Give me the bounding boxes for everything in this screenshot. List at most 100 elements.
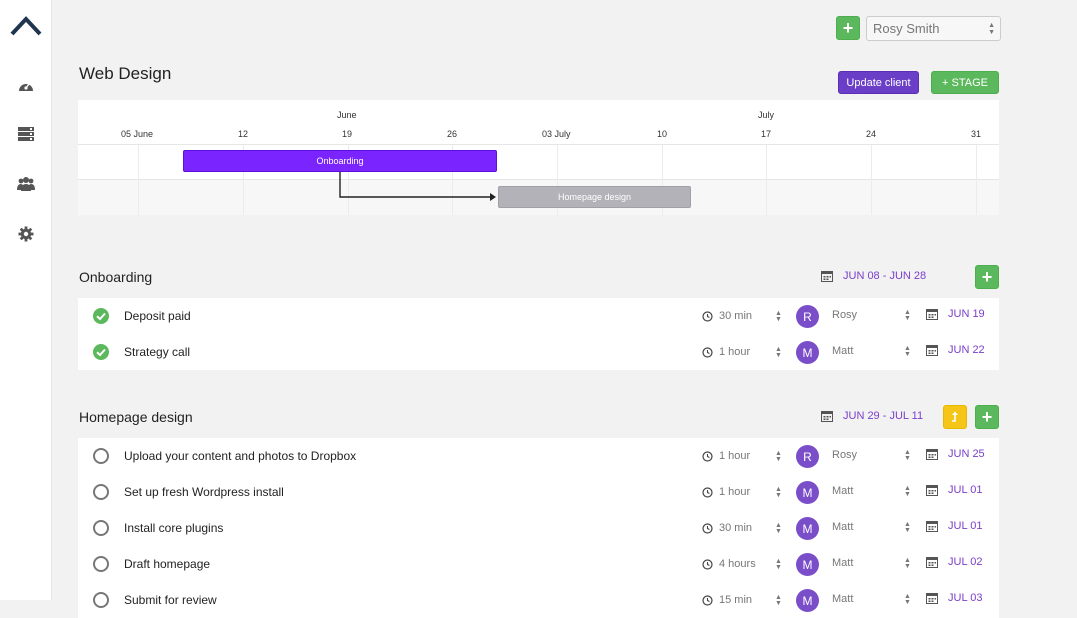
assignee-arrows-icon[interactable]: ▲ ▼ (904, 309, 911, 322)
circle-icon[interactable] (93, 484, 109, 500)
task-due-date-text: JUL 02 (948, 556, 983, 568)
assignee-arrows-icon[interactable]: ▲ ▼ (904, 521, 911, 534)
move-up-button[interactable] (943, 405, 967, 429)
task-duration[interactable]: 1 hour (702, 486, 750, 498)
avatar: M (796, 589, 819, 612)
task-row[interactable]: Deposit paid 30 min ▲ ▼ R Rosy ▲ ▼ JUN 19 (78, 298, 999, 334)
task-assignee[interactable]: Matt (832, 557, 853, 569)
task-assignee[interactable]: Matt (832, 521, 853, 533)
section-date-range[interactable]: JUN 08 - JUN 28 (821, 270, 926, 282)
duration-arrows-icon[interactable]: ▲ ▼ (775, 450, 782, 463)
page-title: Web Design (79, 64, 172, 83)
task-duration[interactable]: 1 hour (702, 346, 750, 358)
task-due-date[interactable]: JUL 02 (926, 556, 982, 568)
dashboard-icon[interactable] (17, 77, 35, 95)
task-due-date-text: JUL 01 (948, 520, 983, 532)
duration-arrows-icon[interactable]: ▲ ▼ (775, 558, 782, 571)
task-row[interactable]: Install core plugins 30 min ▲ ▼ M Matt ▲ ▼… (78, 510, 999, 546)
circle-icon[interactable] (93, 520, 109, 536)
calendar-icon (926, 485, 938, 496)
check-circle-icon[interactable] (93, 344, 109, 360)
avatar: M (796, 517, 819, 540)
update-client-button[interactable]: Update client (838, 71, 919, 94)
assignee-arrows-icon[interactable]: ▲ ▼ (904, 557, 911, 570)
task-due-date-text: JUN 22 (948, 344, 985, 356)
task-assignee[interactable]: Matt (832, 593, 853, 605)
task-row[interactable]: Upload your content and photos to Dropbo… (78, 438, 999, 474)
server-icon[interactable] (17, 125, 35, 143)
calendar-icon (926, 449, 938, 460)
task-name[interactable]: Deposit paid (124, 309, 191, 323)
task-row[interactable]: Set up fresh Wordpress install 1 hour ▲ ▼… (78, 474, 999, 510)
gear-icon[interactable] (17, 225, 35, 243)
calendar-icon (926, 309, 938, 320)
task-list-homepage-design: Upload your content and photos to Dropbo… (78, 438, 999, 618)
task-name[interactable]: Set up fresh Wordpress install (124, 485, 284, 499)
clock-icon (702, 594, 713, 606)
add-task-button[interactable]: + (975, 265, 999, 289)
clock-icon (702, 486, 713, 498)
client-select[interactable]: Rosy Smith ▲ ▼ (866, 16, 1001, 41)
calendar-icon (821, 411, 833, 422)
task-due-date[interactable]: JUN 19 (926, 308, 985, 320)
duration-arrows-icon[interactable]: ▲ ▼ (775, 486, 782, 499)
task-due-date[interactable]: JUL 03 (926, 592, 982, 604)
task-name[interactable]: Draft homepage (124, 557, 210, 571)
duration-arrows-icon[interactable]: ▲ ▼ (775, 594, 782, 607)
task-duration[interactable]: 4 hours (702, 558, 756, 570)
task-duration[interactable]: 30 min (702, 310, 752, 322)
circle-icon[interactable] (93, 448, 109, 464)
duration-arrows-icon[interactable]: ▲ ▼ (775, 522, 782, 535)
task-name[interactable]: Install core plugins (124, 521, 223, 535)
task-assignee[interactable]: Matt (832, 485, 853, 497)
check-circle-icon[interactable] (93, 308, 109, 324)
task-due-date-text: JUL 01 (948, 484, 983, 496)
task-duration[interactable]: 15 min (702, 594, 752, 606)
duration-arrows-icon[interactable]: ▲ ▼ (775, 346, 782, 359)
task-name[interactable]: Submit for review (124, 593, 217, 607)
add-task-button[interactable]: + (975, 405, 999, 429)
task-due-date[interactable]: JUN 25 (926, 448, 985, 460)
client-select-value: Rosy Smith (873, 21, 940, 36)
gantt-bar-onboarding[interactable]: Onboarding (183, 150, 497, 172)
clock-icon (702, 522, 713, 534)
circle-icon[interactable] (93, 592, 109, 608)
section-date-text: JUN 29 - JUL 11 (843, 410, 924, 422)
task-name[interactable]: Upload your content and photos to Dropbo… (124, 449, 356, 463)
avatar: R (796, 445, 819, 468)
select-arrows-icon: ▲ ▼ (988, 22, 995, 36)
task-due-date-text: JUL 03 (948, 592, 983, 604)
task-assignee[interactable]: Matt (832, 345, 853, 357)
gantt-bar-homepage-design[interactable]: Homepage design (498, 186, 691, 208)
task-assignee[interactable]: Rosy (832, 309, 857, 321)
task-due-date[interactable]: JUL 01 (926, 520, 982, 532)
users-icon[interactable] (17, 175, 35, 193)
add-stage-button[interactable]: + STAGE (931, 71, 999, 94)
assignee-arrows-icon[interactable]: ▲ ▼ (904, 593, 911, 606)
gantt-chart: June July 05 June 12 19 26 03 July 10 17… (78, 100, 999, 215)
task-duration[interactable]: 30 min (702, 522, 752, 534)
section-title-onboarding: Onboarding (79, 269, 153, 285)
clock-icon (702, 450, 713, 462)
task-row[interactable]: Submit for review 15 min ▲ ▼ M Matt ▲ ▼ JU… (78, 582, 999, 618)
task-due-date[interactable]: JUN 22 (926, 344, 985, 356)
task-row[interactable]: Draft homepage 4 hours ▲ ▼ M Matt ▲ ▼ JUL … (78, 546, 999, 582)
duration-arrows-icon[interactable]: ▲ ▼ (775, 310, 782, 323)
task-row[interactable]: Strategy call 1 hour ▲ ▼ M Matt ▲ ▼ JUN 22 (78, 334, 999, 370)
task-name[interactable]: Strategy call (124, 345, 190, 359)
circle-icon[interactable] (93, 556, 109, 572)
add-client-button[interactable]: + (836, 16, 860, 40)
task-assignee[interactable]: Rosy (832, 449, 857, 461)
task-due-date[interactable]: JUL 01 (926, 484, 982, 496)
assignee-arrows-icon[interactable]: ▲ ▼ (904, 485, 911, 498)
logo-icon[interactable] (10, 14, 42, 36)
assignee-arrows-icon[interactable]: ▲ ▼ (904, 449, 911, 462)
task-duration-value: 1 hour (719, 486, 751, 498)
task-duration-value: 1 hour (719, 346, 751, 358)
section-date-range[interactable]: JUN 29 - JUL 11 (821, 410, 923, 422)
top-controls: + Rosy Smith ▲ ▼ (836, 16, 1001, 41)
calendar-icon (926, 345, 938, 356)
assignee-arrows-icon[interactable]: ▲ ▼ (904, 345, 911, 358)
task-duration[interactable]: 1 hour (702, 450, 750, 462)
level-up-icon (952, 411, 958, 422)
